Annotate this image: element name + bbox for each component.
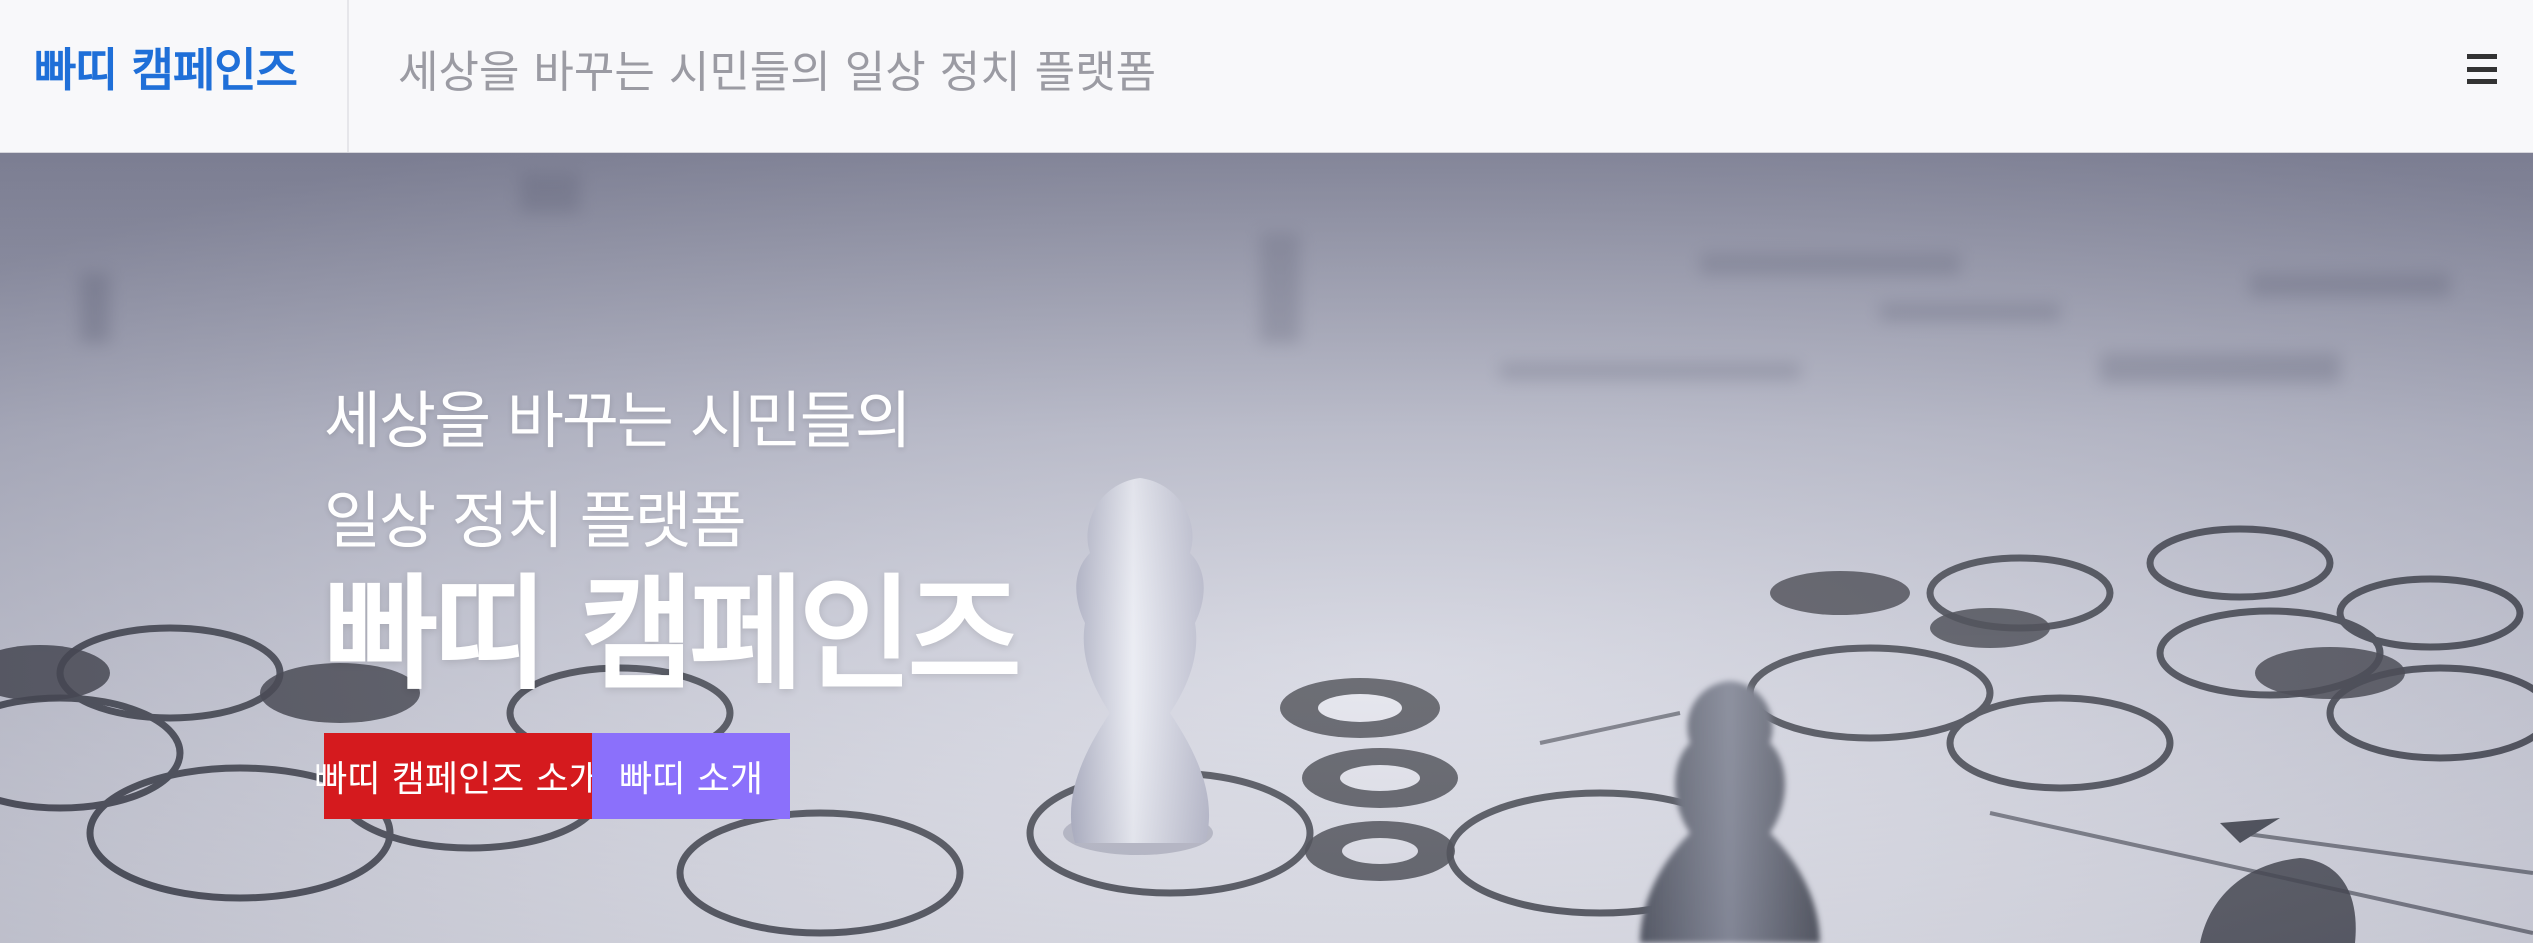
parti-intro-button[interactable]: 빠띠 소개 xyxy=(592,733,790,819)
top-header: 빠띠 캠페인즈 세상을 바꾸는 시민들의 일상 정치 플랫폼 xyxy=(0,0,2533,153)
hamburger-menu-icon[interactable] xyxy=(2467,54,2497,84)
hero-subtitle-line2: 일상 정치 플랫폼 xyxy=(324,484,747,557)
hero-banner: 세상을 바꾸는 시민들의 일상 정치 플랫폼 빠띠 캠페인즈 빠띠 캠페인즈 소… xyxy=(0,153,2533,943)
header-divider xyxy=(347,0,349,152)
brand-logo[interactable]: 빠띠 캠페인즈 xyxy=(34,34,298,100)
hero-text-block: 세상을 바꾸는 시민들의 일상 정치 플랫폼 빠띠 캠페인즈 xyxy=(324,371,1022,707)
hero-title: 빠띠 캠페인즈 xyxy=(324,563,1022,707)
campaigns-intro-button[interactable]: 빠띠 캠페인즈 소개 xyxy=(314,733,602,819)
hero-subtitle-line1: 세상을 바꾸는 시민들의 xyxy=(324,384,912,457)
header-tagline: 세상을 바꾸는 시민들의 일상 정치 플랫폼 xyxy=(398,47,1157,98)
hero-button-group: 빠띠 캠페인즈 소개 빠띠 소개 xyxy=(314,733,790,819)
